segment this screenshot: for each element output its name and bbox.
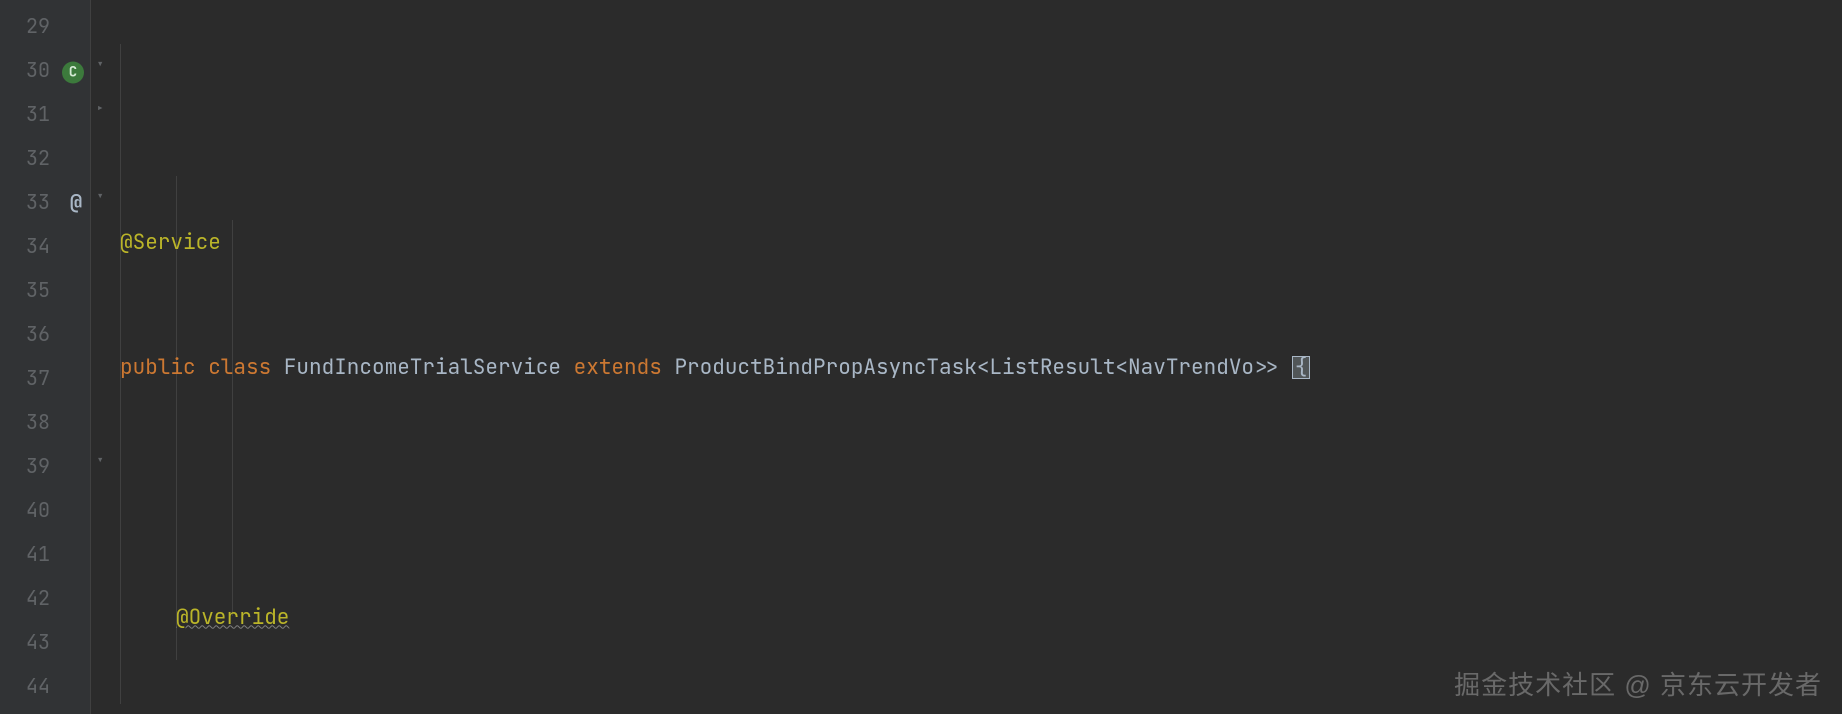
line-number: 29	[26, 13, 50, 39]
gutter-line[interactable]: 42	[0, 576, 90, 620]
line-number: 31	[26, 101, 50, 127]
gutter-line[interactable]: 31	[0, 92, 90, 136]
gutter-line[interactable]: 44	[0, 664, 90, 708]
gutter-line[interactable]: 35	[0, 268, 90, 312]
line-number: 41	[26, 541, 50, 567]
code-line[interactable]: public class FundIncomeTrialService exte…	[118, 345, 1842, 389]
override-gutter-icon[interactable]: @	[70, 189, 82, 215]
line-number: 44	[26, 673, 50, 699]
gutter: 29 30 C 31 32 33 @ 34 35 36 37 38 39 40 …	[0, 0, 90, 714]
fold-handle-icon[interactable]: ▾	[96, 452, 104, 470]
line-number: 38	[26, 409, 50, 435]
gutter-line[interactable]: 34	[0, 224, 90, 268]
code-editor: 29 30 C 31 32 33 @ 34 35 36 37 38 39 40 …	[0, 0, 1842, 714]
gutter-line[interactable]: 32	[0, 136, 90, 180]
annotation: @Service	[120, 229, 221, 256]
gutter-line[interactable]: 38	[0, 400, 90, 444]
line-number: 32	[26, 145, 50, 171]
fold-handle-icon[interactable]: ▾	[96, 56, 104, 74]
keyword: public	[120, 354, 208, 381]
gutter-line[interactable]: 39	[0, 444, 90, 488]
line-number: 35	[26, 277, 50, 303]
gutter-line[interactable]: 29	[0, 4, 90, 48]
line-number: 37	[26, 365, 50, 391]
brace-highlight: {	[1292, 356, 1311, 379]
line-number: 43	[26, 629, 50, 655]
gutter-line[interactable]: 43	[0, 620, 90, 664]
code-line[interactable]	[118, 470, 1842, 514]
line-number: 42	[26, 585, 50, 611]
annotation: @Override	[176, 604, 289, 631]
class-icon[interactable]: C	[62, 57, 84, 84]
line-number: 33	[26, 189, 50, 215]
line-number: 39	[26, 453, 50, 479]
fold-handle-icon[interactable]: ▾	[96, 188, 104, 206]
gutter-line[interactable]: 30 C	[0, 48, 90, 92]
gutter-line[interactable]: 36	[0, 312, 90, 356]
type: ProductBindPropAsyncTask<ListResult<NavT…	[674, 354, 1291, 381]
line-number: 36	[26, 321, 50, 347]
gutter-line[interactable]: 37	[0, 356, 90, 400]
keyword: class	[208, 354, 284, 381]
line-number: 40	[26, 497, 50, 523]
fold-strip: ▾ ▸ ▾ ▾	[90, 0, 118, 714]
fold-handle-icon[interactable]: ▸	[96, 100, 104, 118]
gutter-line[interactable]: 41	[0, 532, 90, 576]
code-line[interactable]: @Service	[118, 220, 1842, 264]
code-line[interactable]: @Override	[118, 595, 1842, 639]
line-number: 34	[26, 233, 50, 259]
class-name: FundIncomeTrialService	[284, 354, 574, 381]
indent-guide	[232, 220, 233, 616]
gutter-line[interactable]: 40	[0, 488, 90, 532]
code-area[interactable]: @Service public class FundIncomeTrialSer…	[118, 0, 1842, 714]
watermark: 掘金技术社区 @ 京东云开发者	[1454, 665, 1822, 702]
keyword: extends	[574, 354, 675, 381]
line-number: 30	[26, 57, 50, 83]
gutter-line[interactable]: 33 @	[0, 180, 90, 224]
